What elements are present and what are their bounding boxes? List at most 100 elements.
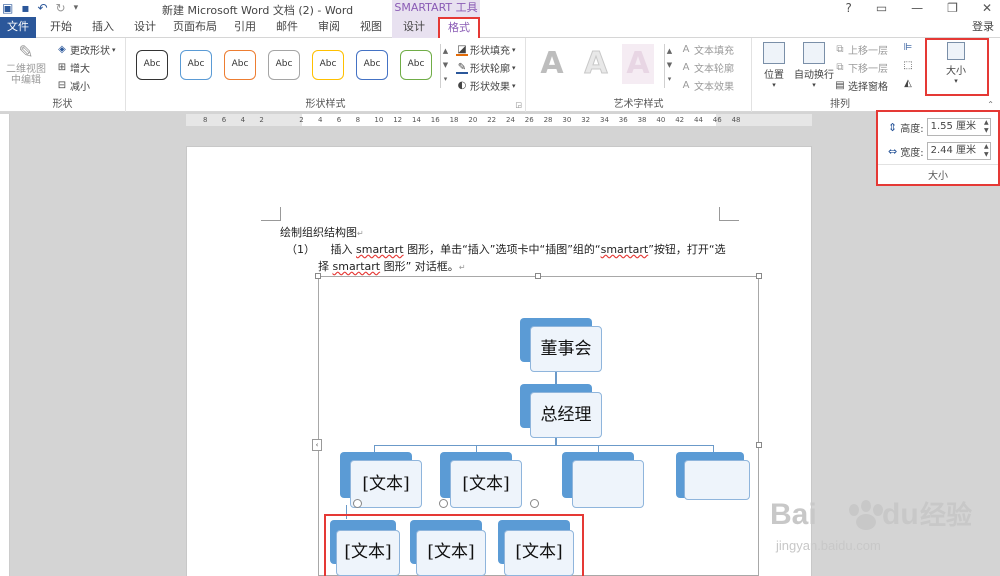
tab-mailings[interactable]: 邮件 (270, 17, 304, 38)
group-objects-icon: ⬚ (903, 60, 913, 71)
size-label: 大小 (946, 66, 966, 77)
shape-fill-label: 形状填充 (470, 46, 510, 57)
collapse-ribbon-icon[interactable]: ⌃ (987, 100, 994, 109)
ribbon-display-icon[interactable]: ▭ (876, 1, 887, 15)
rotate-button[interactable]: ◭ (902, 78, 914, 90)
tab-view[interactable]: 视图 (354, 17, 388, 38)
frame-handle-tl[interactable] (315, 273, 321, 279)
watermark-brand: Bai (770, 498, 817, 531)
width-label: 宽度: (900, 147, 924, 159)
node-child-3-empty[interactable] (572, 460, 644, 508)
close-icon[interactable]: ✕ (982, 1, 992, 15)
wordart-style-3[interactable]: A (622, 44, 654, 84)
change-shape-icon: ◈ (58, 43, 66, 55)
undo-icon[interactable]: ↶ (37, 1, 47, 15)
frame-handle-mr[interactable] (756, 442, 762, 448)
height-spinner[interactable]: ▲ ▼ (984, 119, 989, 135)
ruler-tick-label: 30 (562, 116, 572, 124)
tab-home[interactable]: 开始 (44, 17, 78, 38)
login-link[interactable]: 登录 (972, 17, 994, 37)
ruler-tick-label: 8 (203, 116, 208, 124)
width-input[interactable]: 2.44 厘米 ▲ ▼ (926, 142, 991, 160)
width-spinner[interactable]: ▲ ▼ (984, 143, 989, 159)
restore-icon[interactable]: ❐ (947, 1, 958, 15)
step-text-2b: smartart (332, 260, 381, 273)
selection-pane-button[interactable]: ▤ 选择窗格 (834, 78, 888, 94)
shape-style-6[interactable]: Abc (356, 50, 388, 80)
help-icon[interactable]: ? (845, 1, 851, 15)
node-manager-text[interactable]: 总经理 (530, 392, 602, 438)
customize-qat-icon[interactable]: ▾ (74, 1, 79, 15)
tab-page-layout[interactable]: 页面布局 (170, 17, 220, 38)
bring-forward-label: 上移一层 (848, 46, 888, 57)
wordart-scroll[interactable]: ▲ ▼ ▾ (664, 44, 674, 88)
shape-style-4[interactable]: Abc (268, 50, 300, 80)
shape-outline-button[interactable]: ✎ 形状轮廓 ▾ (456, 60, 516, 75)
tab-smartart-design[interactable]: 设计 (392, 17, 436, 38)
group-objects-button[interactable]: ⬚ (902, 60, 914, 72)
tab-file[interactable]: 文件 (0, 17, 36, 38)
frame-handle-tr[interactable] (756, 273, 762, 279)
change-shape-button[interactable]: ◈ 更改形状 ▾ (56, 42, 115, 58)
shape-effects-button[interactable]: ◐ 形状效果 ▾ (456, 78, 516, 94)
text-fill-button[interactable]: A 文本填充 (680, 42, 734, 58)
selected-nodes-highlight (324, 514, 584, 576)
watermark-brand-2: du (882, 498, 919, 531)
text-pane-toggle[interactable]: ‹ (312, 439, 322, 451)
dropdown-arrow-icon: ▾ (512, 81, 516, 90)
tab-insert[interactable]: 插入 (86, 17, 120, 38)
shape-style-2[interactable]: Abc (180, 50, 212, 80)
wrap-text-icon (803, 42, 825, 64)
document-title: 新建 Microsoft Word 文档 (2) - Word (162, 4, 354, 17)
minimize-icon[interactable]: — (911, 1, 923, 15)
size-button[interactable]: 大小 ▾ (931, 40, 981, 85)
larger-button[interactable]: ⊞ 增大 (56, 60, 90, 76)
text-outline-button[interactable]: A 文本轮廓 (680, 60, 734, 76)
tab-references[interactable]: 引用 (228, 17, 262, 38)
dropdown-arrow-icon: ▾ (512, 63, 516, 72)
shape-style-3[interactable]: Abc (224, 50, 256, 80)
ruler-tick-label: 14 (412, 116, 421, 124)
group-arrange-label: 排列 (830, 99, 850, 110)
bring-forward-button[interactable]: ⧉ 上移一层 (834, 42, 888, 58)
dropdown-arrow-icon: ▾ (812, 81, 816, 89)
doc-step-line-2[interactable]: 择 smartart 图形” 对话框。↵ (318, 258, 466, 274)
shape-styles-scroll[interactable]: ▲ ▼ ▾ (440, 44, 450, 88)
shape-styles-dialog-launcher[interactable]: ◲ (515, 101, 522, 109)
align-button[interactable]: ⊫ (902, 42, 914, 54)
shape-style-1[interactable]: Abc (136, 50, 168, 80)
tab-design[interactable]: 设计 (128, 17, 162, 38)
text-effects-button[interactable]: A 文本效果 (680, 78, 734, 94)
redo-icon[interactable]: ↻ (56, 1, 66, 15)
send-backward-button[interactable]: ⧉ 下移一层 (834, 60, 888, 76)
shape-fill-button[interactable]: ◪ 形状填充 ▾ (456, 42, 516, 57)
shape-style-7[interactable]: Abc (400, 50, 432, 80)
shape-style-5[interactable]: Abc (312, 50, 344, 80)
pen-icon: ✎ (456, 61, 468, 74)
save-icon[interactable]: ▪ (21, 1, 29, 15)
rotate-handle-icon[interactable] (530, 499, 539, 508)
send-backward-label: 下移一层 (848, 64, 888, 75)
rotate-handle-icon[interactable] (439, 499, 448, 508)
wrap-text-button[interactable]: 自动换行 ▾ (788, 40, 840, 89)
tab-smartart-format[interactable]: 格式 (438, 17, 480, 38)
node-child-2-text[interactable]: [文本] (450, 460, 522, 508)
doc-heading[interactable]: 绘制组织结构图↵ (280, 224, 364, 240)
node-board-text[interactable]: 董事会 (530, 326, 602, 372)
wordart-style-1[interactable]: A (536, 44, 568, 84)
step-number: （1） (286, 243, 315, 256)
tab-review[interactable]: 审阅 (312, 17, 346, 38)
wordart-style-2[interactable]: A (580, 44, 612, 84)
edit-in-2d-button[interactable]: ✎ 二维视图中编辑 (2, 42, 50, 86)
vertical-ruler[interactable] (0, 114, 10, 576)
doc-step-line-1[interactable]: （1） 插入 smartart 图形，单击“插入”选项卡中“插图”组的“smar… (286, 241, 726, 257)
height-input[interactable]: 1.55 厘米 ▲ ▼ (926, 118, 991, 136)
rotate-handle-icon[interactable] (353, 499, 362, 508)
ruler-tick-label: 2 (259, 116, 264, 124)
node-child-4-empty[interactable] (684, 460, 750, 500)
group-shape: ✎ 二维视图中编辑 ◈ 更改形状 ▾ ⊞ 增大 ⊟ 减小 形状 (0, 38, 126, 112)
height-row: ⇕ 高度: 1.55 厘米 ▲ ▼ (888, 118, 991, 136)
frame-handle-tm[interactable] (535, 273, 541, 279)
ruler-tick-label: 12 (393, 116, 403, 124)
smaller-button[interactable]: ⊟ 减小 (56, 78, 90, 94)
